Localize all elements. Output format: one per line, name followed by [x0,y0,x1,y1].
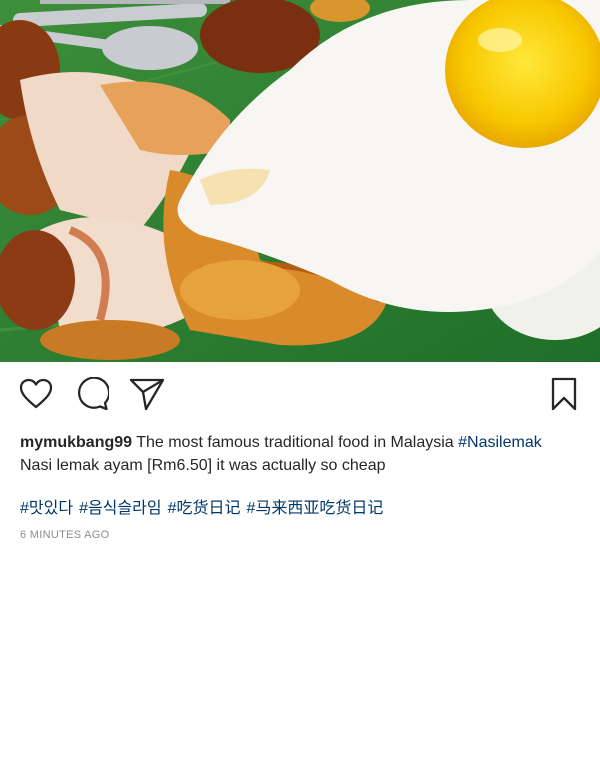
paper-plane-icon [129,378,165,411]
hashtag-link[interactable]: #马来西亚吃货日记 [246,500,383,517]
post-photo[interactable] [0,0,600,362]
hashtag-link[interactable]: #음식슬라임 [79,500,162,517]
username-link[interactable]: mymukbang99 [20,434,132,451]
post-action-bar [0,362,600,424]
comment-button[interactable] [74,376,110,412]
hashtag-link[interactable]: #맛있다 [20,500,73,517]
hashtag-link[interactable]: #吃货日记 [168,500,241,517]
post-timestamp: 6 MINUTES AGO [20,529,110,541]
hashtag-link[interactable]: #Nasilemak [458,434,542,451]
caption-text: The most famous traditional food in Mala… [136,434,454,451]
nasi-lemak-photo [0,0,600,362]
share-button[interactable] [129,376,165,412]
bookmark-icon [551,377,577,411]
comment-icon [77,377,109,411]
caption-line-2: Nasi lemak ayam [Rm6.50] it was actually… [20,457,386,474]
caption-line-1: mymukbang99 The most famous traditional … [20,431,585,454]
hashtag-list: #맛있다 #음식슬라임 #吃货日记 #马来西亚吃货日记 [20,497,389,520]
post-caption: mymukbang99 The most famous traditional … [20,431,585,477]
heart-icon [19,378,53,409]
save-button[interactable] [546,376,582,412]
like-button[interactable] [18,376,54,412]
